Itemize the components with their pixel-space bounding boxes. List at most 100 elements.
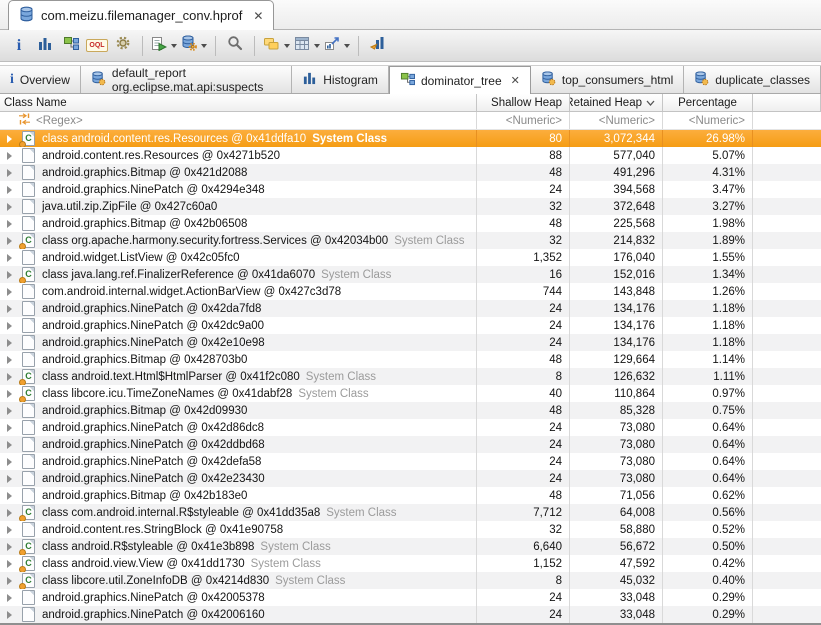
expand-arrow-icon[interactable] bbox=[7, 407, 12, 415]
shallow-heap-cell: 1,152 bbox=[477, 555, 570, 572]
expand-arrow-icon[interactable] bbox=[7, 237, 12, 245]
group-by-button[interactable] bbox=[263, 34, 290, 58]
table-row[interactable]: class java.lang.ref.FinalizerReference @… bbox=[0, 266, 821, 283]
expand-arrow-icon[interactable] bbox=[7, 492, 12, 500]
calculator-button[interactable] bbox=[294, 34, 320, 58]
table-row[interactable]: android.graphics.NinePatch @ 0x42005378 … bbox=[0, 589, 821, 606]
table-row[interactable]: com.android.internal.widget.ActionBarVie… bbox=[0, 283, 821, 300]
table-row[interactable]: android.graphics.Bitmap @ 0x42d09930 48 … bbox=[0, 402, 821, 419]
close-icon[interactable]: ✕ bbox=[253, 9, 263, 23]
expand-arrow-icon[interactable] bbox=[7, 186, 12, 194]
numeric-filter-shallow[interactable]: <Numeric> bbox=[477, 112, 570, 129]
table-row[interactable]: android.content.res.Resources @ 0x4271b5… bbox=[0, 147, 821, 164]
dominator-tree-button[interactable] bbox=[60, 34, 82, 58]
expand-arrow-icon[interactable] bbox=[7, 475, 12, 483]
info-icon: i bbox=[10, 73, 14, 87]
tab-top-consumers-html[interactable]: top_consumers_html bbox=[531, 66, 684, 93]
table-row[interactable]: android.graphics.Bitmap @ 0x42b06508 48 … bbox=[0, 215, 821, 232]
shallow-heap-cell: 24 bbox=[477, 317, 570, 334]
histogram-button[interactable] bbox=[34, 34, 56, 58]
table-row[interactable]: class android.content.res.Resources @ 0x… bbox=[0, 130, 821, 147]
expand-arrow-icon[interactable] bbox=[7, 424, 12, 432]
expand-arrow-icon[interactable] bbox=[7, 577, 12, 585]
table-row[interactable]: class com.android.internal.R$styleable @… bbox=[0, 504, 821, 521]
expand-arrow-icon[interactable] bbox=[7, 373, 12, 381]
filler-cell bbox=[753, 436, 821, 453]
numeric-filter-percentage[interactable]: <Numeric> bbox=[663, 112, 753, 129]
oql-button[interactable]: OQL bbox=[86, 34, 108, 58]
table-row[interactable]: java.util.zip.ZipFile @ 0x427c60a0 32 37… bbox=[0, 198, 821, 215]
table-row[interactable]: class android.R$styleable @ 0x41e3b898 S… bbox=[0, 538, 821, 555]
expand-arrow-icon[interactable] bbox=[7, 526, 12, 534]
row-label: class android.view.View @ 0x41dd1730 bbox=[42, 558, 245, 570]
gear-button[interactable] bbox=[112, 34, 134, 58]
class-name-cell: android.graphics.NinePatch @ 0x42006160 bbox=[0, 606, 477, 623]
column-header-class-name[interactable]: Class Name bbox=[0, 94, 477, 111]
table-row[interactable]: android.graphics.NinePatch @ 0x42e10e98 … bbox=[0, 334, 821, 351]
shallow-heap-cell: 32 bbox=[477, 198, 570, 215]
column-header-retained-heap[interactable]: Retained Heap bbox=[570, 94, 663, 111]
table-row[interactable]: android.graphics.Bitmap @ 0x421d2088 48 … bbox=[0, 164, 821, 181]
expand-arrow-icon[interactable] bbox=[7, 271, 12, 279]
tab-dominator-tree[interactable]: dominator_tree ✕ bbox=[389, 66, 531, 94]
expand-arrow-icon[interactable] bbox=[7, 560, 12, 568]
tab-histogram[interactable]: Histogram bbox=[292, 66, 389, 93]
table-row[interactable]: android.graphics.NinePatch @ 0x4294e348 … bbox=[0, 181, 821, 198]
shallow-heap-cell: 16 bbox=[477, 266, 570, 283]
query-browser-button[interactable] bbox=[181, 34, 207, 58]
editor-tab-hprof[interactable]: com.meizu.filemanager_conv.hprof ✕ bbox=[8, 0, 274, 30]
run-expert-report-button[interactable] bbox=[151, 34, 177, 58]
shallow-heap-cell: 40 bbox=[477, 385, 570, 402]
expand-arrow-icon[interactable] bbox=[7, 322, 12, 330]
table-row[interactable]: class android.text.Html$HtmlParser @ 0x4… bbox=[0, 368, 821, 385]
table-row[interactable]: android.graphics.NinePatch @ 0x42defa58 … bbox=[0, 453, 821, 470]
table-row[interactable]: android.graphics.NinePatch @ 0x42dc9a00 … bbox=[0, 317, 821, 334]
expand-arrow-icon[interactable] bbox=[7, 356, 12, 364]
close-icon[interactable]: ✕ bbox=[511, 74, 520, 87]
tab-overview[interactable]: i Overview bbox=[0, 66, 81, 93]
column-header-shallow-heap[interactable]: Shallow Heap bbox=[477, 94, 570, 111]
percentage-cell: 0.75% bbox=[663, 402, 753, 419]
expand-arrow-icon[interactable] bbox=[7, 220, 12, 228]
table-row[interactable]: android.graphics.Bitmap @ 0x428703b0 48 … bbox=[0, 351, 821, 368]
expand-arrow-icon[interactable] bbox=[7, 441, 12, 449]
regex-filter-field[interactable]: <Regex> bbox=[0, 112, 477, 129]
table-row[interactable]: android.graphics.NinePatch @ 0x42006160 … bbox=[0, 606, 821, 623]
class-name-cell: android.graphics.Bitmap @ 0x42d09930 bbox=[0, 402, 477, 419]
expand-arrow-icon[interactable] bbox=[7, 594, 12, 602]
compare-button[interactable] bbox=[367, 34, 389, 58]
table-row[interactable]: class libcore.icu.TimeZoneNames @ 0x41da… bbox=[0, 385, 821, 402]
info-button[interactable]: i bbox=[8, 34, 30, 58]
table-row[interactable]: android.graphics.NinePatch @ 0x42e23430 … bbox=[0, 470, 821, 487]
expand-arrow-icon[interactable] bbox=[7, 390, 12, 398]
expand-arrow-icon[interactable] bbox=[7, 254, 12, 262]
tab-duplicate-classes[interactable]: duplicate_classes bbox=[684, 66, 821, 93]
expand-arrow-icon[interactable] bbox=[7, 288, 12, 296]
column-header-percentage[interactable]: Percentage bbox=[663, 94, 753, 111]
table-row[interactable]: class libcore.util.ZoneInfoDB @ 0x4214d8… bbox=[0, 572, 821, 589]
expand-arrow-icon[interactable] bbox=[7, 169, 12, 177]
expand-arrow-icon[interactable] bbox=[7, 611, 12, 619]
numeric-filter-retained[interactable]: <Numeric> bbox=[570, 112, 663, 129]
table-row[interactable]: class android.view.View @ 0x41dd1730 Sys… bbox=[0, 555, 821, 572]
search-button[interactable] bbox=[224, 34, 246, 58]
expand-arrow-icon[interactable] bbox=[7, 135, 12, 143]
table-row[interactable]: android.graphics.NinePatch @ 0x42d86dc8 … bbox=[0, 419, 821, 436]
expand-arrow-icon[interactable] bbox=[7, 305, 12, 313]
tab-default-report[interactable]: default_report org.eclipse.mat.api:suspe… bbox=[81, 66, 292, 93]
export-button[interactable] bbox=[324, 34, 350, 58]
expand-arrow-icon[interactable] bbox=[7, 509, 12, 517]
table-row[interactable]: class org.apache.harmony.security.fortre… bbox=[0, 232, 821, 249]
table-row[interactable]: android.graphics.NinePatch @ 0x42da7fd8 … bbox=[0, 300, 821, 317]
table-row[interactable]: android.graphics.NinePatch @ 0x42ddbd68 … bbox=[0, 436, 821, 453]
expand-arrow-icon[interactable] bbox=[7, 339, 12, 347]
expand-arrow-icon[interactable] bbox=[7, 458, 12, 466]
table-row[interactable]: android.graphics.Bitmap @ 0x42b183e0 48 … bbox=[0, 487, 821, 504]
expand-arrow-icon[interactable] bbox=[7, 543, 12, 551]
table-row[interactable]: android.content.res.StringBlock @ 0x41e9… bbox=[0, 521, 821, 538]
row-icon bbox=[22, 165, 35, 180]
expand-arrow-icon[interactable] bbox=[7, 152, 12, 160]
expand-arrow-icon[interactable] bbox=[7, 203, 12, 211]
filter-icon bbox=[18, 113, 31, 128]
table-row[interactable]: android.widget.ListView @ 0x42c05fc0 1,3… bbox=[0, 249, 821, 266]
